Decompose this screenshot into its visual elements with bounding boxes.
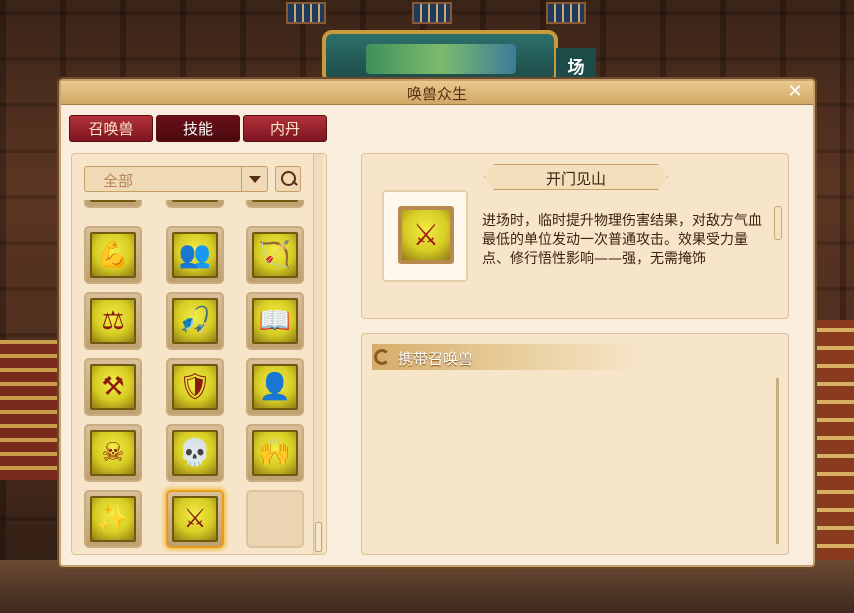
skill-glyph: ☠: [101, 438, 125, 468]
skill-slot[interactable]: ⚖: [84, 292, 142, 350]
sparkle-altar-icon: ✨: [90, 496, 136, 542]
summon-skills-window: 唤兽众生 ✕ 召唤兽 技能 内丹 全部 💪 👥 🏹 ⚖ 🎣 📖 ⚒ 🛡 👤 ☠ 💀 🙌 ✨ ⚔ 开门见山 …: [59, 79, 815, 567]
skill-slot[interactable]: ⚔: [166, 490, 224, 548]
skill-slot[interactable]: 💪: [84, 226, 142, 284]
skill-slot[interactable]: 📖: [246, 292, 304, 350]
skill-glyph: 📖: [258, 306, 292, 336]
skill-slot[interactable]: [84, 200, 142, 208]
carried-pets-title: 携带召唤兽: [398, 350, 474, 368]
background-abacus: [0, 340, 58, 480]
skill-slot[interactable]: 🙌: [246, 424, 304, 482]
empty-skill-slot: [246, 490, 304, 548]
skill-list-scrollbar[interactable]: [313, 154, 323, 554]
skill-slot[interactable]: ☠: [84, 424, 142, 482]
skill-glyph: 💀: [178, 438, 212, 468]
skill-glyph: ⚒: [101, 372, 125, 402]
skill-slot[interactable]: ⚒: [84, 358, 142, 416]
category-dropdown[interactable]: 全部: [84, 166, 268, 192]
skill-grid: 💪 👥 🏹 ⚖ 🎣 📖 ⚒ 🛡 👤 ☠ 💀 🙌 ✨ ⚔: [84, 200, 308, 552]
description-scrollbar[interactable]: [774, 206, 782, 240]
tab-summon-beast[interactable]: 召唤兽: [69, 115, 153, 142]
chevron-down-icon[interactable]: [241, 167, 267, 191]
skill-glyph: ⚖: [101, 306, 125, 336]
skill-glyph: 👤: [258, 372, 292, 402]
skill-slot[interactable]: ✨: [84, 490, 142, 548]
search-button[interactable]: [275, 166, 301, 192]
tab-inner-core[interactable]: 内丹: [243, 115, 327, 142]
swirl-icon: [374, 349, 390, 365]
skill-glyph: 🎣: [178, 306, 212, 336]
skill-slot[interactable]: [166, 200, 224, 208]
skill-icon-frame: ⚔: [382, 190, 468, 282]
skill-slot[interactable]: 👥: [166, 226, 224, 284]
skill-glyph: 👥: [178, 240, 212, 270]
warrior-icon: 🛡: [172, 364, 218, 410]
skill-detail-panel: 开门见山 ⚔ 进场时，临时提升物理伤害结果，对敌方气血最低的单位发动一次普通攻击…: [361, 153, 789, 319]
background-sign-char: 场: [556, 48, 596, 82]
skill-slot[interactable]: 🛡: [166, 358, 224, 416]
skill-glyph: 🙌: [258, 438, 292, 468]
bow-icon: 🏹: [252, 232, 298, 278]
skill-icon: [252, 200, 298, 202]
scrollbar-thumb[interactable]: [315, 522, 322, 552]
skill-glyph: 💪: [96, 240, 130, 270]
carried-pets-header: 携带召唤兽: [372, 344, 642, 370]
skill-name-banner: 开门见山: [484, 164, 668, 190]
crossed-tools-icon: ⚒: [90, 364, 136, 410]
skill-description: 进场时，临时提升物理伤害结果，对敌方气血最低的单位发动一次普通攻击。效果受力量点…: [482, 213, 762, 267]
skill-name: 开门见山: [545, 170, 606, 188]
carried-pets-panel: 携带召唤兽: [361, 333, 789, 555]
window-title: 唤兽众生: [406, 85, 467, 103]
skill-icon: [90, 200, 136, 202]
skull-club-icon: 💀: [172, 430, 218, 476]
slash-sword-icon: ⚔: [172, 496, 218, 542]
summon-child-icon: 👥: [172, 232, 218, 278]
background-window: [546, 2, 586, 24]
skill-list-panel: 全部 💪 👥 🏹 ⚖ 🎣 📖 ⚒ 🛡 👤 ☠ 💀 🙌 ✨ ⚔: [71, 153, 327, 555]
skill-slot[interactable]: 🏹: [246, 226, 304, 284]
skill-glyph: 🛡: [178, 372, 212, 402]
skill-icon: [172, 200, 218, 202]
background-shelf: [816, 320, 854, 580]
cheer-figure-icon: 🙌: [252, 430, 298, 476]
fisherman-icon: 🎣: [172, 298, 218, 344]
pets-scrollbar[interactable]: [776, 378, 779, 544]
moon-skull-icon: ☠: [90, 430, 136, 476]
skill-glyph: ✨: [96, 504, 130, 534]
skill-slot[interactable]: 👤: [246, 358, 304, 416]
background-floor: [0, 560, 854, 613]
skill-slot[interactable]: 🎣: [166, 292, 224, 350]
slash-sword-icon: ⚔: [398, 206, 454, 264]
skill-glyph: ⚔: [183, 504, 207, 534]
skill-slot[interactable]: [246, 200, 304, 208]
tab-bar: 召唤兽 技能 内丹: [69, 115, 327, 142]
tab-skills[interactable]: 技能: [156, 115, 240, 142]
background-window: [286, 2, 326, 24]
background-window: [412, 2, 452, 24]
skill-slot[interactable]: 💀: [166, 424, 224, 482]
background-map-sign: [322, 30, 558, 84]
skill-glyph: 🏹: [258, 240, 292, 270]
hooded-figure-icon: 👤: [252, 364, 298, 410]
spellbook-icon: 📖: [252, 298, 298, 344]
strength-icon: 💪: [90, 232, 136, 278]
close-button[interactable]: ✕: [785, 82, 805, 102]
window-titlebar: 唤兽众生 ✕: [61, 81, 813, 105]
skill-glyph: ⚔: [412, 217, 440, 253]
coin-bow-icon: ⚖: [90, 298, 136, 344]
category-dropdown-value: 全部: [103, 172, 134, 190]
